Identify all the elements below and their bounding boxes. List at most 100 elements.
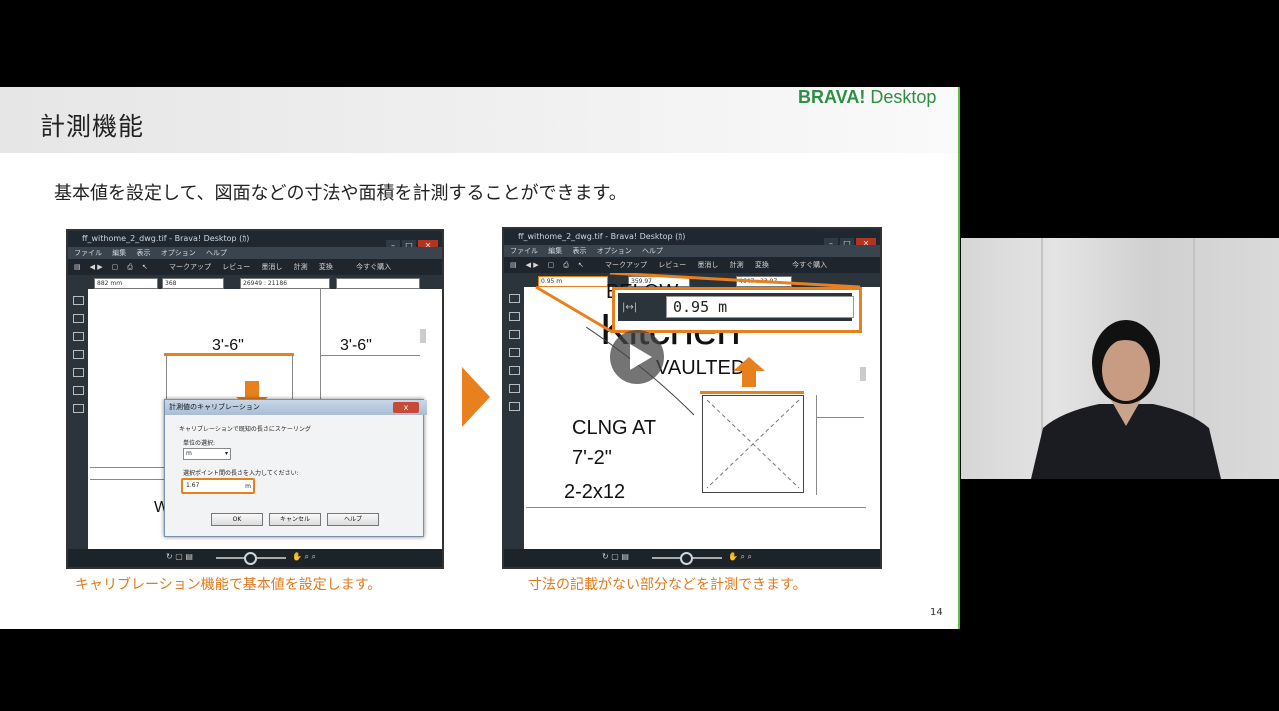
menu-item-options[interactable]: オプション <box>597 247 632 255</box>
stamp-icon[interactable] <box>72 404 84 413</box>
zoom-field-bar: |↔| 0.95 m <box>618 293 854 321</box>
eraser-icon[interactable] <box>72 350 84 359</box>
toolbar-measure[interactable]: 計測 <box>294 263 308 271</box>
toolbar-markup[interactable]: マークアップ <box>169 263 211 271</box>
slide-border <box>958 87 960 629</box>
slide-subtitle: 基本値を設定して、図面などの寸法や面積を計測することができます。 <box>54 183 627 204</box>
coordinate-field[interactable]: 26949 : 21186 <box>240 278 330 289</box>
arrow-down-icon <box>245 381 259 397</box>
rect-icon[interactable] <box>72 368 84 377</box>
drawing-line <box>816 417 864 418</box>
nav-arrows-icon[interactable]: ◀ ▶ <box>526 261 539 269</box>
page-icon[interactable]: ▢ <box>548 261 555 269</box>
window-controls: – □ ✕ <box>384 233 438 251</box>
eraser-icon[interactable] <box>508 348 520 357</box>
menu-item-options[interactable]: オプション <box>161 249 196 257</box>
caption-right: 寸法の記載がない部分などを計測できます。 <box>528 577 807 593</box>
brand-logo: BRAVA! Desktop <box>798 87 936 108</box>
extra-field[interactable] <box>336 278 420 289</box>
toolbar-redact[interactable]: 墨消し <box>697 261 718 269</box>
sidebar-tool-icon[interactable] <box>72 296 84 305</box>
pen-icon[interactable] <box>508 312 520 321</box>
toolbar-convert[interactable]: 変換 <box>755 261 769 269</box>
menu-item-edit[interactable]: 編集 <box>112 249 126 257</box>
unit-select[interactable]: m ▾ <box>183 448 231 460</box>
sidebar-tool-icon[interactable] <box>508 294 520 303</box>
print-icon[interactable]: ⎙ <box>563 261 569 269</box>
toolbar-measure[interactable]: 計測 <box>730 261 744 269</box>
toolbar-convert[interactable]: 変換 <box>319 263 333 271</box>
dialog-instruction: キャリブレーションで既知の長さにスケーリング <box>179 426 311 433</box>
toolbar-review[interactable]: レビュー <box>658 261 686 269</box>
circle-icon[interactable] <box>508 384 520 393</box>
zoom-callout: |↔| 0.95 m <box>612 287 862 333</box>
plan-box <box>702 395 804 493</box>
length-field[interactable]: 882 mm <box>94 278 158 289</box>
toolbar-redact[interactable]: 墨消し <box>261 263 282 271</box>
rotate-icon[interactable]: ↻ ▢ ▤ <box>166 552 193 561</box>
toolbar-review[interactable]: レビュー <box>222 263 250 271</box>
help-button[interactable]: ヘルプ <box>327 513 379 526</box>
ok-button[interactable]: OK <box>211 513 263 526</box>
menu-item-view[interactable]: 表示 <box>136 249 150 257</box>
circle-icon[interactable] <box>72 386 84 395</box>
highlighter-icon[interactable] <box>72 332 84 341</box>
menu-item-file[interactable]: ファイル <box>510 247 538 255</box>
scrollbar[interactable] <box>420 329 426 343</box>
measure-line <box>700 391 804 394</box>
pointer-icon[interactable]: ↖ <box>142 263 148 271</box>
folder-icon[interactable]: ▤ <box>510 261 517 269</box>
pointer-icon[interactable]: ↖ <box>578 261 584 269</box>
play-button[interactable] <box>610 330 664 384</box>
zoomed-length-field: 0.95 m <box>666 296 854 318</box>
toolbar-buy-now[interactable]: 今すぐ購入 <box>792 261 827 269</box>
toolbar: ▤ ◀ ▶ ▢ ⎙ ↖ マークアップ レビュー 墨消し 計測 変換 今すぐ購入 <box>504 257 880 273</box>
unit-select-value: m <box>186 450 192 457</box>
dialog-close-button[interactable]: x <box>393 402 419 413</box>
menu-bar: ファイル 編集 表示 オプション ヘルプ <box>68 247 442 259</box>
cancel-button[interactable]: キャンセル <box>269 513 321 526</box>
angle-field[interactable]: 368 <box>162 278 224 289</box>
page-icon[interactable]: ▢ <box>112 263 119 271</box>
hand-icon[interactable]: ✋ ⌕ ⌕ <box>728 552 752 562</box>
pen-icon[interactable] <box>72 314 84 323</box>
presenter-webcam <box>961 238 1279 479</box>
length-input-unit: m <box>245 483 251 490</box>
plan-cross <box>706 399 800 489</box>
hand-icon[interactable]: ✋ ⌕ ⌕ <box>292 552 316 562</box>
left-screenshot: ff_withome_2_dwg.tif - Brava! Desktop (ｶ… <box>66 229 444 569</box>
brand-name: BRAVA! <box>798 87 866 107</box>
highlighter-icon[interactable] <box>508 330 520 339</box>
zoom-slider-knob[interactable] <box>680 552 693 565</box>
toolbar-buy-now[interactable]: 今すぐ購入 <box>356 263 391 271</box>
rect-icon[interactable] <box>508 366 520 375</box>
chevron-down-icon: ▾ <box>224 450 228 457</box>
rotate-icon[interactable]: ↻ ▢ ▤ <box>602 552 629 561</box>
unit-label: 単位の選択: <box>183 440 216 447</box>
toolbar-markup[interactable]: マークアップ <box>605 261 647 269</box>
menu-item-file[interactable]: ファイル <box>74 249 102 257</box>
menu-item-help[interactable]: ヘルプ <box>642 247 663 255</box>
zoom-slider-knob[interactable] <box>244 552 257 565</box>
presenter-avatar <box>1031 320 1221 479</box>
scrollbar[interactable] <box>860 367 866 381</box>
menu-item-help[interactable]: ヘルプ <box>206 249 227 257</box>
folder-icon[interactable]: ▤ <box>74 263 81 271</box>
play-icon <box>630 344 652 370</box>
nav-arrows-icon[interactable]: ◀ ▶ <box>90 263 103 271</box>
arrow-up-icon-head <box>733 357 765 371</box>
window-controls: – □ ✕ <box>822 231 876 249</box>
toolbar: ▤ ◀ ▶ ▢ ⎙ ↖ マークアップ レビュー 墨消し 計測 変換 今すぐ購入 <box>68 259 442 275</box>
menu-item-view[interactable]: 表示 <box>572 247 586 255</box>
drawing-line <box>320 289 321 409</box>
dialog-title: 計測値のキャリブレーション <box>165 400 427 415</box>
length-input[interactable]: 1.67 m <box>181 478 255 494</box>
brand-product: Desktop <box>865 87 937 107</box>
dimension-label: 3'-6" <box>340 337 372 354</box>
arrow-up-icon <box>742 371 756 387</box>
slide-title: 計測機能 <box>40 112 145 141</box>
stamp-icon[interactable] <box>508 402 520 411</box>
print-icon[interactable]: ⎙ <box>127 263 133 271</box>
menu-item-edit[interactable]: 編集 <box>548 247 562 255</box>
arrow-right-icon <box>462 367 490 427</box>
